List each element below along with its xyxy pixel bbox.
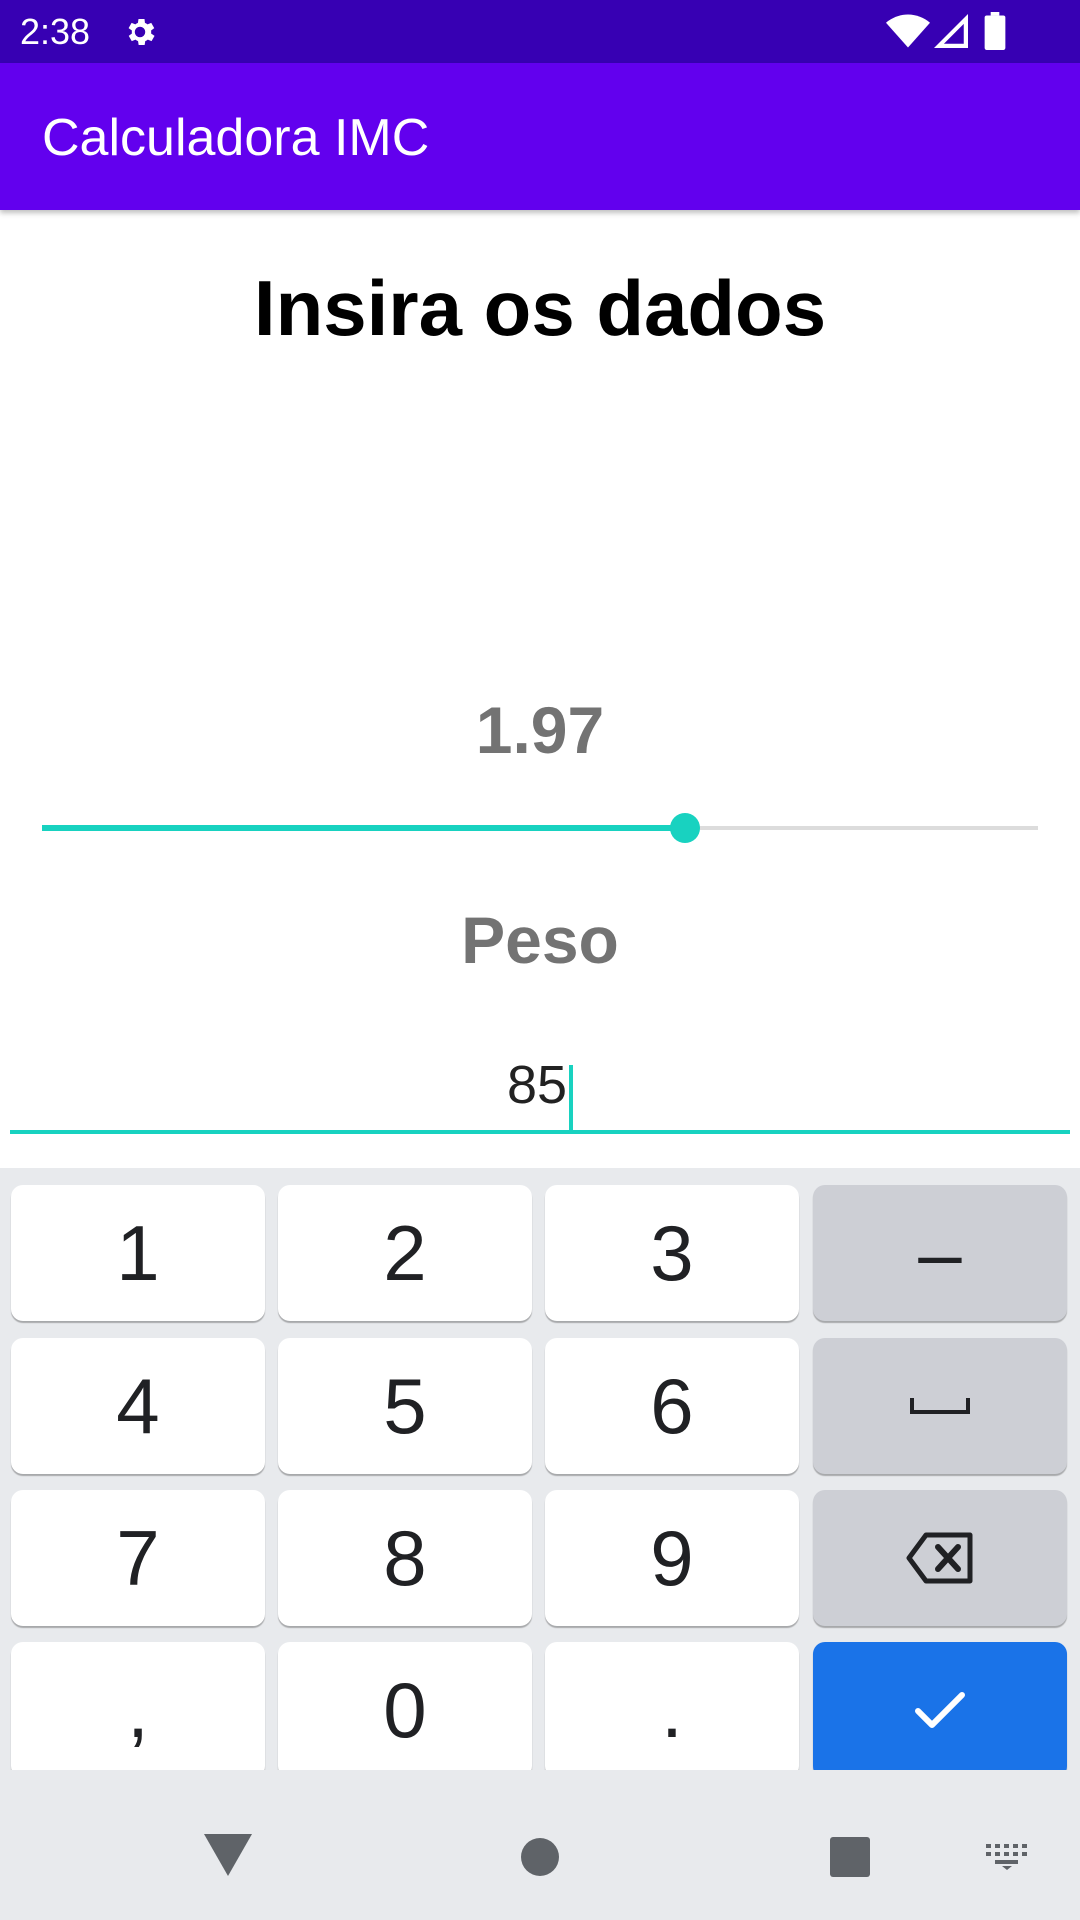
key-space[interactable] bbox=[813, 1338, 1067, 1474]
key-8[interactable]: 8 bbox=[278, 1490, 532, 1626]
key-9[interactable]: 9 bbox=[545, 1490, 799, 1626]
key-2[interactable]: 2 bbox=[278, 1185, 532, 1321]
app-bar: Calculadora IMC bbox=[0, 63, 1080, 210]
weight-label: Peso bbox=[461, 903, 619, 977]
gear-icon bbox=[128, 18, 155, 46]
back-icon[interactable] bbox=[204, 1834, 252, 1876]
weight-input-value: 85 bbox=[506, 1055, 568, 1115]
height-slider[interactable] bbox=[42, 806, 1038, 850]
key-period[interactable]: . bbox=[545, 1642, 799, 1778]
check-icon bbox=[915, 1692, 965, 1728]
battery-icon bbox=[984, 12, 1006, 50]
app-title: Calculadora IMC bbox=[42, 109, 430, 167]
key-7[interactable]: 7 bbox=[11, 1490, 265, 1626]
recents-icon[interactable] bbox=[830, 1837, 870, 1877]
key-3[interactable]: 3 bbox=[545, 1185, 799, 1321]
key-backspace[interactable] bbox=[813, 1490, 1067, 1626]
signal-icon bbox=[934, 14, 968, 48]
weight-input[interactable]: 85 bbox=[10, 1040, 1070, 1134]
slider-thumb[interactable] bbox=[670, 813, 701, 843]
key-4[interactable]: 4 bbox=[11, 1338, 265, 1474]
key-comma[interactable]: , bbox=[11, 1642, 265, 1778]
key-1[interactable]: 1 bbox=[11, 1185, 265, 1321]
home-icon[interactable] bbox=[520, 1837, 560, 1877]
key-5[interactable]: 5 bbox=[278, 1338, 532, 1474]
key-minus[interactable]: – bbox=[813, 1185, 1067, 1321]
text-cursor bbox=[569, 1064, 574, 1133]
numeric-keyboard: 1 2 3 – 4 5 6 7 8 9 , 0 . bbox=[0, 1168, 1080, 1778]
height-value: 1.97 bbox=[475, 693, 605, 767]
key-6[interactable]: 6 bbox=[545, 1338, 799, 1474]
space-icon bbox=[910, 1398, 970, 1414]
wifi-icon bbox=[886, 14, 930, 48]
key-done[interactable] bbox=[813, 1642, 1067, 1778]
keyboard-icon[interactable] bbox=[986, 1844, 1028, 1870]
backspace-icon bbox=[906, 1532, 973, 1584]
page-heading: Insira os dados bbox=[253, 264, 827, 352]
slider-fill bbox=[42, 825, 686, 831]
status-time: 2:38 bbox=[20, 11, 91, 52]
key-0[interactable]: 0 bbox=[278, 1642, 532, 1778]
status-bar: 2:38 bbox=[0, 0, 1080, 63]
